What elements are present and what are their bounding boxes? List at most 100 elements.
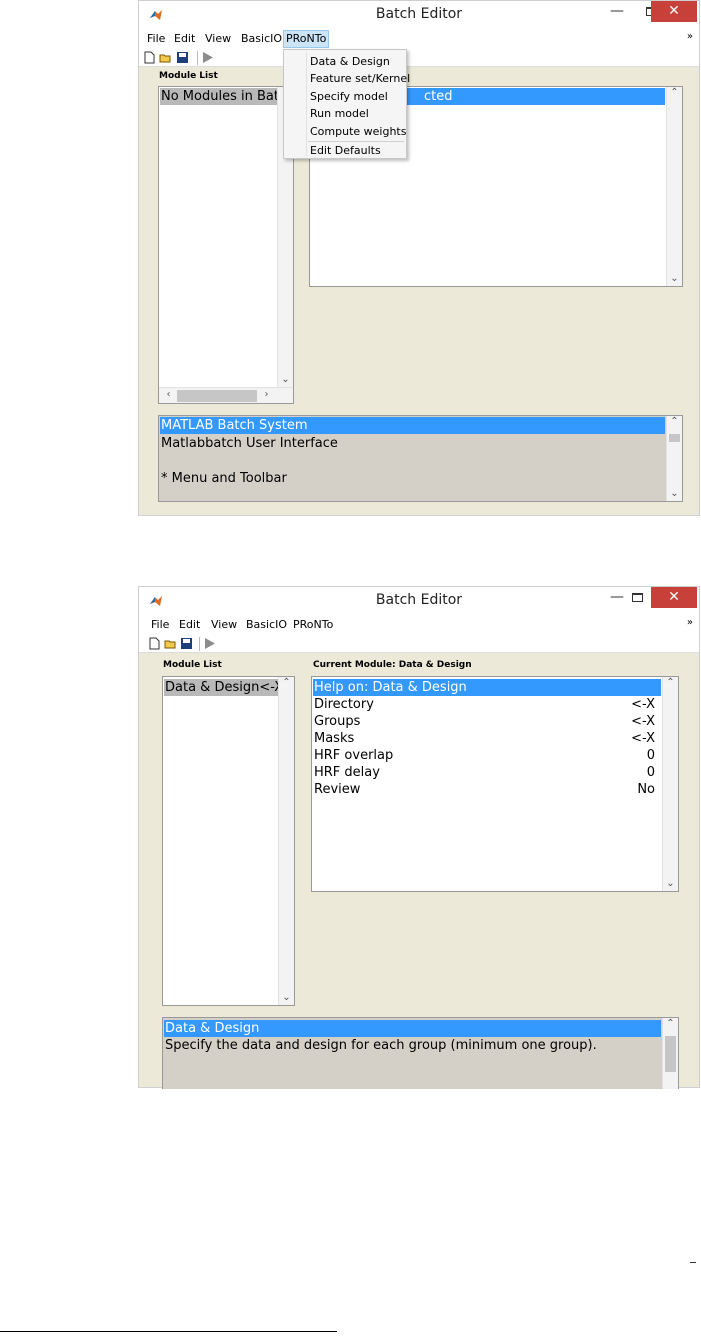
menu-basicio[interactable]: BasicIO [244, 618, 289, 634]
batch-editor-window-2: Batch Editor — ✕ File Edit View BasicIO … [138, 586, 700, 1089]
batch-editor-window-1: Batch Editor — ✕ File Edit View BasicIO … [138, 0, 700, 516]
horizontal-scrollbar[interactable]: ‹ › [159, 387, 293, 403]
vertical-scrollbar[interactable]: ⌃ ⌄ [666, 416, 682, 501]
current-module-label: Current Module: Data & Design [313, 660, 472, 670]
menu-item-specify-model[interactable]: Specify model [310, 89, 388, 105]
scroll-down-arrow-icon[interactable]: ⌄ [278, 374, 293, 385]
help-line: * Menu and Toolbar [161, 471, 287, 486]
menu-edit[interactable]: Edit [172, 32, 197, 48]
menu-file[interactable]: File [149, 618, 171, 634]
toolbar [139, 49, 699, 67]
scroll-down-arrow-icon[interactable]: ⌄ [667, 488, 682, 499]
chevron-down-icon[interactable]: » [687, 617, 693, 628]
scroll-right-arrow-icon[interactable]: › [259, 389, 274, 400]
menu-separator [308, 141, 404, 142]
menu-gutter [306, 52, 307, 156]
menu-edit[interactable]: Edit [177, 618, 202, 634]
page-mark [690, 1262, 696, 1263]
toolbar-separator [199, 637, 200, 651]
run-icon[interactable] [201, 51, 214, 64]
current-module-list[interactable]: Help on: Data & Design Directory <-X Gro… [311, 676, 679, 892]
scrollbar-thumb[interactable] [669, 434, 680, 442]
scrollbar-thumb[interactable] [665, 1036, 676, 1072]
title-bar: Batch Editor — ✕ [139, 1, 699, 29]
list-item[interactable]: Review No [313, 781, 661, 798]
minimize-button[interactable]: — [603, 3, 631, 21]
list-item[interactable]: HRF overlap 0 [313, 747, 661, 764]
menu-pronto[interactable]: PRoNTo [291, 618, 335, 634]
vertical-scrollbar[interactable]: ⌃ [662, 1018, 678, 1089]
list-item[interactable]: Directory <-X [313, 696, 661, 713]
module-list-label: Module List [159, 71, 218, 81]
menu-basicio[interactable]: BasicIO [239, 32, 284, 48]
module-list[interactable]: Data & Design<-X ⌃ ⌄ [162, 676, 295, 1006]
list-item-text: cted [424, 89, 453, 104]
list-item[interactable]: Masks <-X [313, 730, 661, 747]
close-button[interactable]: ✕ [651, 1, 697, 22]
scroll-down-arrow-icon[interactable]: ⌄ [667, 273, 682, 284]
run-icon[interactable] [203, 637, 216, 650]
list-item[interactable]: HRF delay 0 [313, 764, 661, 781]
help-line: MATLAB Batch System [160, 417, 665, 434]
menu-item-compute-weights[interactable]: Compute weights [310, 124, 406, 140]
menu-file[interactable]: File [145, 32, 167, 48]
list-item-label: Groups [314, 714, 361, 729]
scroll-left-arrow-icon[interactable]: ‹ [161, 389, 176, 400]
menu-view[interactable]: View [203, 32, 233, 48]
list-item-value: 0 [646, 765, 655, 780]
menu-item-data-design[interactable]: Data & Design [310, 54, 390, 70]
menu-pronto[interactable]: PRoNTo [283, 30, 330, 48]
chevron-down-icon[interactable]: » [687, 31, 693, 42]
new-file-icon[interactable] [143, 51, 156, 64]
vertical-scrollbar[interactable]: ⌃ ⌄ [278, 677, 294, 1005]
menu-view[interactable]: View [209, 618, 239, 634]
new-file-icon[interactable] [148, 637, 161, 650]
list-item-value: <-X [631, 697, 655, 712]
scroll-up-arrow-icon[interactable]: ⌃ [667, 416, 682, 427]
save-icon[interactable] [180, 637, 193, 650]
help-line: Matlabbatch User Interface [161, 436, 338, 451]
help-panel[interactable]: MATLAB Batch System Matlabbatch User Int… [158, 415, 683, 502]
footnote-rule [0, 1331, 337, 1332]
menu-bar: File Edit View BasicIO PRoNTo » [139, 29, 699, 49]
list-item-label: Review [314, 782, 361, 797]
list-item-value: 0 [646, 748, 655, 763]
save-icon[interactable] [176, 51, 189, 64]
scroll-up-arrow-icon[interactable]: ⌃ [279, 677, 294, 688]
menu-bar: File Edit View BasicIO PRoNTo » [139, 615, 699, 635]
scroll-down-arrow-icon[interactable]: ⌄ [279, 992, 294, 1003]
list-item[interactable]: Data & Design<-X [164, 679, 279, 696]
menu-item-run-model[interactable]: Run model [310, 106, 369, 122]
title-bar: Batch Editor — ✕ [139, 587, 699, 615]
maximize-button[interactable] [623, 589, 651, 607]
list-item-label: HRF overlap [314, 748, 394, 763]
list-item[interactable]: Groups <-X [313, 713, 661, 730]
help-panel[interactable]: Data & Design Specify the data and desig… [162, 1017, 679, 1089]
list-item-value: No [637, 782, 655, 797]
open-folder-icon[interactable] [159, 51, 172, 64]
pronto-dropdown-menu: Data & Design Feature set/Kernel Specify… [283, 49, 410, 159]
list-item-label: HRF delay [314, 765, 380, 780]
list-item[interactable]: No Modules in Batc [160, 88, 278, 105]
scroll-up-arrow-icon[interactable]: ⌃ [663, 677, 678, 688]
menu-item-feature-set[interactable]: Feature set/Kernel [310, 71, 410, 87]
close-button[interactable]: ✕ [651, 587, 697, 608]
scroll-up-arrow-icon[interactable]: ⌃ [667, 87, 682, 98]
scrollbar-thumb[interactable] [177, 390, 257, 402]
help-line: Data & Design [164, 1020, 661, 1037]
list-item-value: <-X [631, 714, 655, 729]
list-item[interactable]: Help on: Data & Design [313, 679, 661, 696]
module-list-label: Module List [163, 660, 222, 670]
list-item-label: Directory [314, 697, 374, 712]
open-folder-icon[interactable] [164, 637, 177, 650]
menu-item-edit-defaults[interactable]: Edit Defaults [310, 143, 381, 159]
list-item-value: <-X [631, 731, 655, 746]
help-line: Specify the data and design for each gro… [165, 1038, 597, 1053]
toolbar-separator [197, 51, 198, 65]
list-item-label: Masks [314, 731, 355, 746]
module-list[interactable]: No Modules in Batc ⌄ ‹ › [158, 86, 294, 404]
vertical-scrollbar[interactable]: ⌃ ⌄ [662, 677, 678, 891]
vertical-scrollbar[interactable]: ⌃ ⌄ [666, 87, 682, 286]
scroll-up-arrow-icon[interactable]: ⌃ [663, 1018, 678, 1029]
scroll-down-arrow-icon[interactable]: ⌄ [663, 878, 678, 889]
